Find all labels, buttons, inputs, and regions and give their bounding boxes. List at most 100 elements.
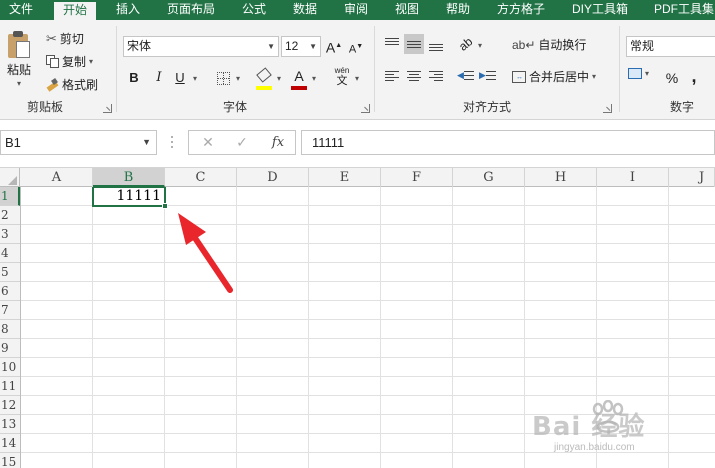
row-header-3[interactable]: 3 bbox=[0, 225, 20, 244]
ribbon-home-panel: 粘贴 ▾ ✂ 剪切 复制 ▾ 格式刷 剪贴板 宋体 ▼ 12 ▼ A▲ A▼ B bbox=[0, 20, 715, 120]
font-group-label: 字体 bbox=[223, 100, 248, 114]
clipboard-group-label: 剪贴板 bbox=[27, 100, 64, 114]
phonetic-guide-button[interactable]: wén 文 bbox=[331, 66, 353, 90]
row-header-15[interactable]: 15 bbox=[0, 453, 20, 468]
tab-data[interactable]: 数据 bbox=[293, 0, 317, 20]
format-painter-icon bbox=[46, 78, 59, 92]
tab-file[interactable]: 文件 bbox=[9, 0, 33, 20]
column-headers: A B C D E F G H I J bbox=[0, 167, 715, 187]
tab-pdf-tools[interactable]: PDF工具集 bbox=[654, 0, 714, 20]
wrap-text-button[interactable]: ab↵ 自动换行 bbox=[512, 36, 586, 53]
font-color-dropdown-icon[interactable]: ▾ bbox=[312, 74, 316, 83]
column-header-a[interactable]: A bbox=[21, 168, 93, 187]
tab-home[interactable]: 开始 bbox=[54, 0, 97, 20]
phonetic-dropdown-icon[interactable]: ▾ bbox=[355, 74, 359, 83]
paste-button[interactable]: 粘贴 ▾ bbox=[6, 30, 32, 88]
row-header-7[interactable]: 7 bbox=[0, 301, 20, 320]
formula-bar-resize-handle[interactable] bbox=[170, 135, 174, 149]
fill-handle[interactable] bbox=[162, 203, 168, 209]
decrease-indent-icon[interactable]: ◀ bbox=[456, 66, 476, 86]
row-header-9[interactable]: 9 bbox=[0, 339, 20, 358]
column-header-i[interactable]: I bbox=[597, 168, 669, 187]
row-header-14[interactable]: 14 bbox=[0, 434, 20, 453]
merge-center-button[interactable]: ↔ 合并后居中 ▾ bbox=[512, 68, 596, 85]
tab-fangfang[interactable]: 方方格子 bbox=[497, 0, 545, 20]
row-header-10[interactable]: 10 bbox=[0, 358, 20, 377]
row-header-11[interactable]: 11 bbox=[0, 377, 20, 396]
align-bottom-icon[interactable] bbox=[426, 34, 446, 54]
column-header-b[interactable]: B bbox=[93, 168, 165, 187]
comma-style-button[interactable]: , bbox=[684, 66, 704, 86]
name-box-value: B1 bbox=[5, 135, 21, 150]
watermark-url: jingyan.baidu.com bbox=[554, 442, 635, 453]
shrink-font-button[interactable]: A▼ bbox=[346, 37, 366, 57]
fill-color-button[interactable] bbox=[254, 66, 274, 86]
format-painter-button[interactable]: 格式刷 bbox=[46, 76, 98, 93]
align-left-icon[interactable] bbox=[382, 66, 402, 86]
align-center-icon[interactable] bbox=[404, 66, 424, 86]
wrap-text-icon: ab↵ bbox=[512, 37, 536, 52]
fill-dropdown-icon[interactable]: ▾ bbox=[277, 74, 281, 83]
column-header-c[interactable]: C bbox=[165, 168, 237, 187]
cut-button[interactable]: ✂ 剪切 bbox=[46, 30, 84, 47]
tab-review[interactable]: 审阅 bbox=[344, 0, 368, 20]
chevron-down-icon: ▼ bbox=[267, 42, 275, 51]
column-header-g[interactable]: G bbox=[453, 168, 525, 187]
row-header-6[interactable]: 6 bbox=[0, 282, 20, 301]
alignment-group-label: 对齐方式 bbox=[463, 100, 512, 114]
formula-buttons: ✕ ✓ fx bbox=[188, 130, 296, 155]
number-format-combo[interactable]: 常规 bbox=[626, 36, 715, 57]
insert-function-icon[interactable]: fx bbox=[263, 131, 293, 154]
text-orientation-icon: ab bbox=[456, 34, 476, 54]
align-right-icon[interactable] bbox=[426, 66, 446, 86]
orientation-button[interactable]: ab bbox=[456, 34, 476, 54]
row-header-8[interactable]: 8 bbox=[0, 320, 20, 339]
underline-dropdown-icon[interactable]: ▾ bbox=[193, 74, 197, 83]
italic-button[interactable]: I bbox=[149, 68, 169, 88]
accounting-format-button[interactable]: ▾ bbox=[628, 68, 649, 79]
column-header-h[interactable]: H bbox=[525, 168, 597, 187]
format-painter-label: 格式刷 bbox=[62, 78, 99, 92]
align-middle-icon[interactable] bbox=[404, 34, 424, 54]
borders-dropdown-icon[interactable]: ▾ bbox=[236, 74, 240, 83]
bold-button[interactable]: B bbox=[124, 68, 144, 88]
increase-indent-icon[interactable]: ▶ bbox=[478, 66, 498, 86]
cancel-entry-icon[interactable]: ✕ bbox=[193, 131, 223, 154]
formula-input[interactable]: 11111 bbox=[301, 130, 715, 155]
select-all-button[interactable] bbox=[0, 168, 20, 187]
copy-button[interactable]: 复制 ▾ bbox=[46, 53, 93, 70]
font-size-combo[interactable]: 12 ▼ bbox=[281, 36, 321, 57]
font-color-button[interactable]: A bbox=[289, 66, 309, 86]
row-header-13[interactable]: 13 bbox=[0, 415, 20, 434]
percent-style-button[interactable]: % bbox=[662, 68, 682, 88]
group-divider bbox=[619, 26, 620, 112]
row-header-4[interactable]: 4 bbox=[0, 244, 20, 263]
alignment-launcher-icon[interactable] bbox=[603, 104, 612, 113]
font-launcher-icon[interactable] bbox=[361, 104, 370, 113]
column-header-d[interactable]: D bbox=[237, 168, 309, 187]
confirm-entry-icon[interactable]: ✓ bbox=[227, 131, 257, 154]
font-name-combo[interactable]: 宋体 ▼ bbox=[123, 36, 279, 57]
row-header-1[interactable]: 1 bbox=[0, 187, 20, 206]
underline-button[interactable]: U bbox=[170, 68, 190, 88]
column-header-j[interactable]: J bbox=[669, 168, 715, 187]
formula-bar: B1 ▼ ✕ ✓ fx 11111 bbox=[0, 126, 715, 158]
tab-page-layout[interactable]: 页面布局 bbox=[167, 0, 215, 20]
name-box[interactable]: B1 ▼ bbox=[0, 130, 157, 155]
column-header-e[interactable]: E bbox=[309, 168, 381, 187]
column-header-f[interactable]: F bbox=[381, 168, 453, 187]
tab-formulas[interactable]: 公式 bbox=[242, 0, 266, 20]
tab-help[interactable]: 帮助 bbox=[446, 0, 470, 20]
borders-icon bbox=[216, 72, 230, 86]
align-top-icon[interactable] bbox=[382, 34, 402, 54]
tab-diy-toolbox[interactable]: DIY工具箱 bbox=[572, 0, 628, 20]
row-header-2[interactable]: 2 bbox=[0, 206, 20, 225]
row-header-12[interactable]: 12 bbox=[0, 396, 20, 415]
tab-insert[interactable]: 插入 bbox=[116, 0, 140, 20]
borders-button[interactable] bbox=[213, 68, 233, 88]
grow-font-button[interactable]: A▲ bbox=[324, 36, 344, 56]
tab-view[interactable]: 视图 bbox=[395, 0, 419, 20]
row-header-5[interactable]: 5 bbox=[0, 263, 20, 282]
orientation-dropdown-icon[interactable]: ▾ bbox=[478, 41, 482, 50]
clipboard-launcher-icon[interactable] bbox=[103, 104, 112, 113]
